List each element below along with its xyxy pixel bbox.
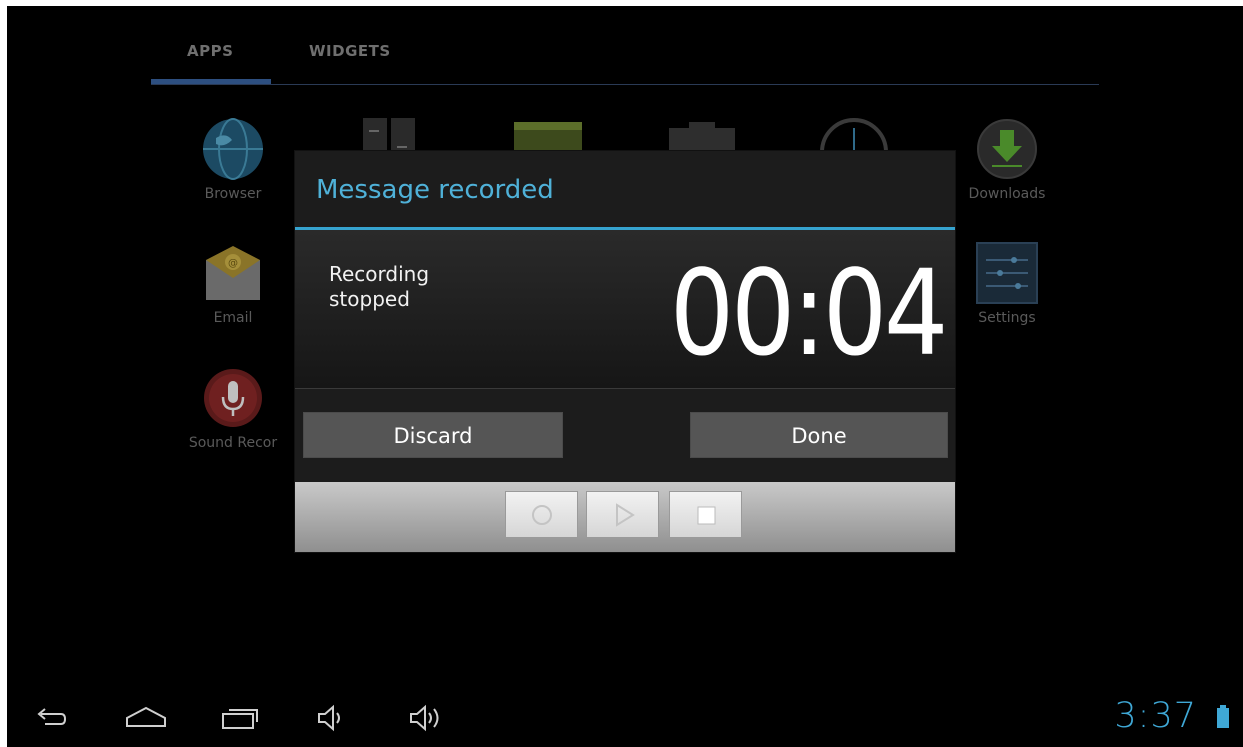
app-label: Browser [204,186,262,202]
body-divider [295,388,955,389]
battery-icon [1217,705,1229,728]
download-icon [976,118,1038,180]
done-button[interactable]: Done [690,412,948,458]
play-button[interactable] [586,491,659,538]
app-browser[interactable]: Browser [173,118,293,202]
dialog-body: Recording stopped 00:04 [295,230,955,388]
camera-icon [669,122,735,152]
tab-divider [151,84,1099,85]
svg-text:@: @ [228,258,238,269]
app-sound-recorder[interactable]: Sound Recor [173,367,293,451]
tab-widgets[interactable]: WIDGETS [309,42,391,60]
play-icon [616,503,635,527]
recording-timer: 00:04 [669,244,949,382]
globe-icon [202,118,264,180]
record-button[interactable] [505,491,578,538]
status-clock: 3:37 [1114,696,1197,736]
recording-status: Recording stopped [329,262,430,311]
clock-icon [820,118,888,152]
app-downloads[interactable]: Downloads [947,118,1067,202]
app-label: Downloads [968,186,1046,202]
stop-button[interactable] [669,491,742,538]
app-settings[interactable]: Settings [947,242,1067,326]
app-label: Settings [978,310,1036,326]
home-icon[interactable] [123,696,169,736]
app-label: Sound Recor [188,435,278,451]
calendar-icon [514,122,582,152]
app-email[interactable]: @ Email [173,242,293,326]
recent-apps-icon[interactable] [217,696,263,736]
playback-controls [295,482,955,552]
back-icon[interactable] [31,696,71,736]
calculator-icon [363,118,415,152]
tablet-screen: APPS WIDGETS Browser @ Email Sound Recor… [7,6,1243,747]
volume-up-icon[interactable] [405,696,449,736]
sliders-icon [976,242,1038,304]
envelope-icon: @ [202,242,264,304]
record-icon [532,505,552,525]
microphone-icon [202,367,264,429]
discard-button[interactable]: Discard [303,412,563,458]
volume-down-icon[interactable] [313,696,349,736]
stop-icon [697,506,716,525]
recording-dialog: Message recorded Recording stopped 00:04… [295,151,955,552]
app-label: Email [213,310,253,326]
tab-apps[interactable]: APPS [187,42,233,60]
dialog-title: Message recorded [316,175,554,205]
system-nav-bar: 3:37 [7,696,1243,747]
